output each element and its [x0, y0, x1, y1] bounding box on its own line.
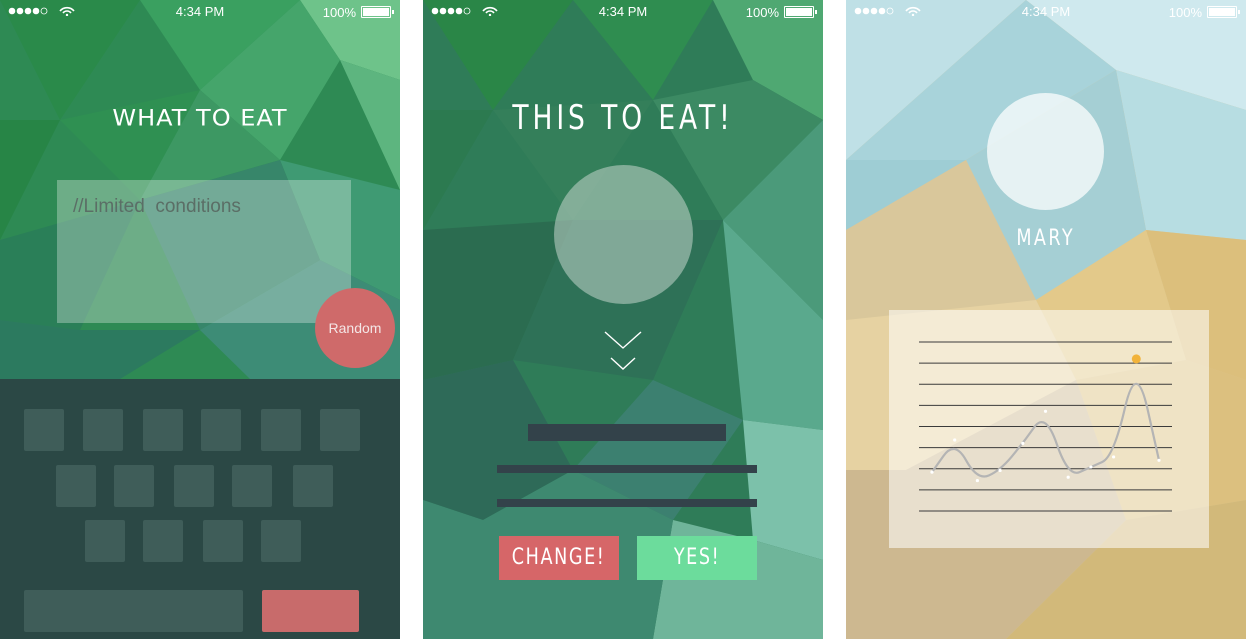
chart-point [1157, 458, 1161, 462]
chart-point [930, 470, 934, 474]
screen-profile: 4:34 PM 100% MARY [846, 0, 1246, 639]
keyboard-key[interactable] [24, 409, 64, 451]
screen-what-to-eat: 4:34 PM 100% WHAT TO EAT //Limited condi… [0, 0, 400, 639]
battery-percent: 100% [745, 5, 779, 20]
avatar[interactable] [987, 93, 1104, 210]
conditions-input[interactable]: //Limited conditions [57, 180, 351, 323]
chart-point [1043, 409, 1048, 413]
chart-series-line [931, 382, 1161, 478]
keyboard-key[interactable] [203, 520, 243, 562]
yes-button[interactable]: YES! [637, 536, 757, 580]
page-title: WHAT TO EAT [112, 105, 288, 131]
food-detail-bar [497, 465, 757, 473]
keyboard-key[interactable] [143, 520, 183, 562]
keyboard-key[interactable] [83, 409, 123, 451]
battery-icon [361, 6, 394, 18]
change-button[interactable]: CHANGE! [499, 536, 619, 580]
keyboard-key[interactable] [293, 465, 333, 507]
chart-point [1089, 465, 1093, 469]
space-key[interactable] [24, 590, 243, 632]
go-key[interactable] [262, 590, 359, 632]
keyboard-key[interactable] [320, 409, 360, 451]
battery-icon [784, 6, 817, 18]
battery-icon [1207, 6, 1240, 18]
food-image-placeholder [554, 165, 693, 304]
random-button[interactable]: Random [315, 288, 395, 368]
chart-point [1066, 475, 1070, 479]
chart-highlight-point[interactable] [1131, 354, 1141, 364]
chart-point [1112, 455, 1116, 459]
keyboard-key[interactable] [261, 409, 301, 451]
chart-point [998, 468, 1002, 473]
battery-percent: 100% [1168, 5, 1202, 20]
keyboard-key[interactable] [56, 465, 96, 507]
food-detail-bar [497, 499, 757, 507]
status-bar: 4:34 PM 100% [0, 0, 400, 24]
line-chart [919, 341, 1172, 512]
keyboard-key[interactable] [174, 465, 214, 507]
background-low-poly [423, 0, 823, 639]
screen-this-to-eat: 4:34 PM 100% THIS TO EAT! CHANGE! YES! [423, 0, 823, 639]
keyboard-key[interactable] [261, 520, 301, 562]
user-name: MARY [846, 226, 1246, 251]
keyboard [0, 379, 400, 639]
status-bar: 4:34 PM 100% [846, 0, 1246, 24]
chart-point [975, 478, 979, 483]
chart-point [1021, 441, 1025, 445]
yes-button-label: YES! [673, 545, 721, 570]
keyboard-key[interactable] [143, 409, 183, 451]
conditions-placeholder: //Limited conditions [73, 196, 241, 217]
page-title: THIS TO EAT! [512, 98, 734, 138]
food-name-bar [528, 424, 726, 441]
user-name-text: MARY [1016, 226, 1076, 251]
status-bar: 4:34 PM 100% [423, 0, 823, 24]
double-chevron-down-icon [604, 331, 642, 370]
keyboard-key[interactable] [114, 465, 154, 507]
change-button-label: CHANGE! [512, 545, 606, 570]
battery-percent: 100% [322, 5, 356, 20]
keyboard-key[interactable] [85, 520, 125, 562]
keyboard-key[interactable] [232, 465, 272, 507]
chart-point [953, 438, 957, 442]
chart-panel [889, 310, 1209, 548]
keyboard-key[interactable] [201, 409, 241, 451]
